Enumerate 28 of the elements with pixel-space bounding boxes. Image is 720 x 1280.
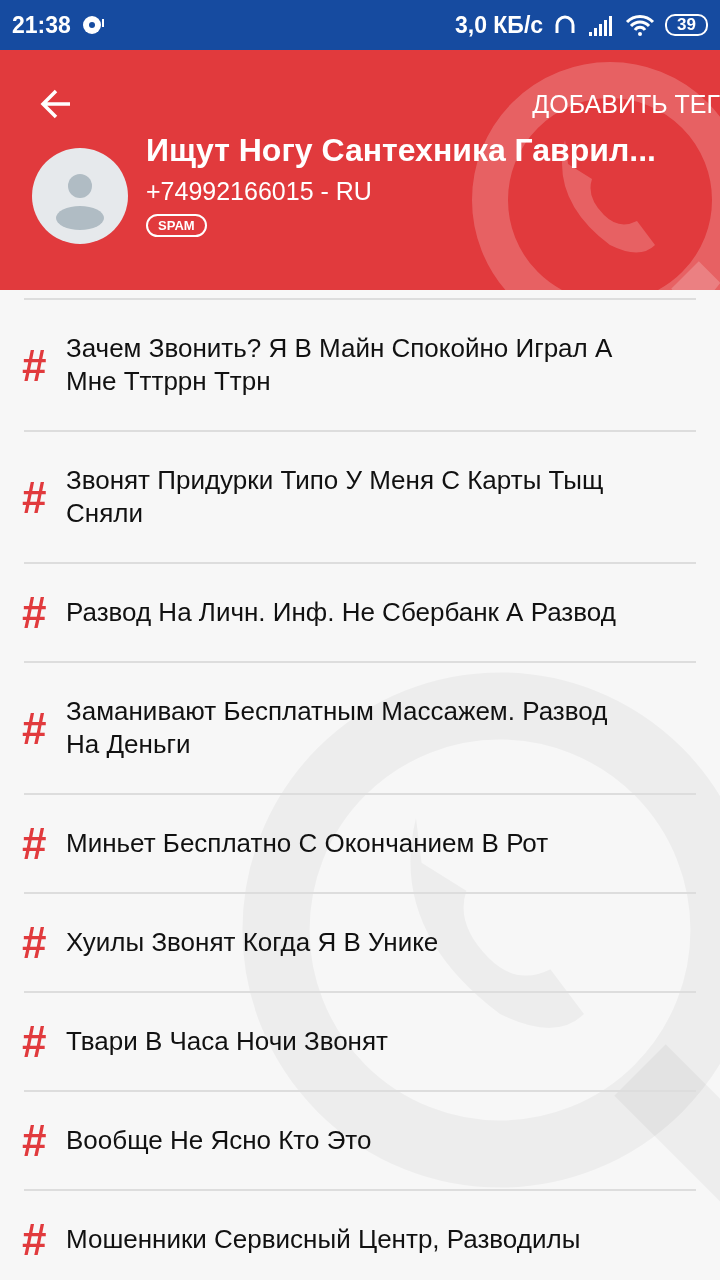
tag-text: Мошенники Сервисный Центр, Разводилы [66,1223,581,1256]
tag-text: Вообще Не Ясно Кто Это [66,1124,372,1157]
tag-text: Развод На Личн. Инф. Не Сбербанк А Развод [66,596,616,629]
tag-text: Зачем Звонить? Я В Майн Спокойно Играл А Мне Тттррн Ттрн [66,332,614,398]
wifi-icon [625,14,656,36]
tag-text: Звонят Придурки Типо У Меня С Карты Тыщ Сняли [66,464,605,530]
hash-mark: # [22,1025,48,1058]
caller-title: Ищут Ногу Сантехника Гаврил... [146,132,656,169]
tag-text: Заманивают Бесплатным Массажем. Развод На Деньги [66,695,609,761]
hash-mark: # [22,926,48,959]
battery-level: 39 [665,14,708,36]
hash-mark: # [22,348,48,382]
disc-icon [80,14,105,36]
avatar-icon [32,148,128,244]
hash-mark: # [22,827,48,860]
tag-text: Миньет Бесплатно С Окончанием В Рот [66,827,549,860]
hash-mark: # [22,1124,48,1157]
network-speed: 3,0 КБ/с [454,11,544,39]
spam-badge: SPAM [146,214,207,237]
hash-mark: # [22,711,48,745]
hash-mark: # [22,480,48,514]
tag-text: Твари В Часа Ночи Звонят [66,1025,388,1058]
add-tag-button[interactable]: ДОБАВИТЬ ТЕГ [532,89,720,119]
status-time: 21:38 [12,11,71,39]
phone-number: +74992166015 - RU [146,177,373,206]
hash-mark: # [22,596,48,629]
tag-text: Хуилы Звонят Когда Я В Унике [66,926,439,959]
hash-mark: # [22,1223,48,1256]
